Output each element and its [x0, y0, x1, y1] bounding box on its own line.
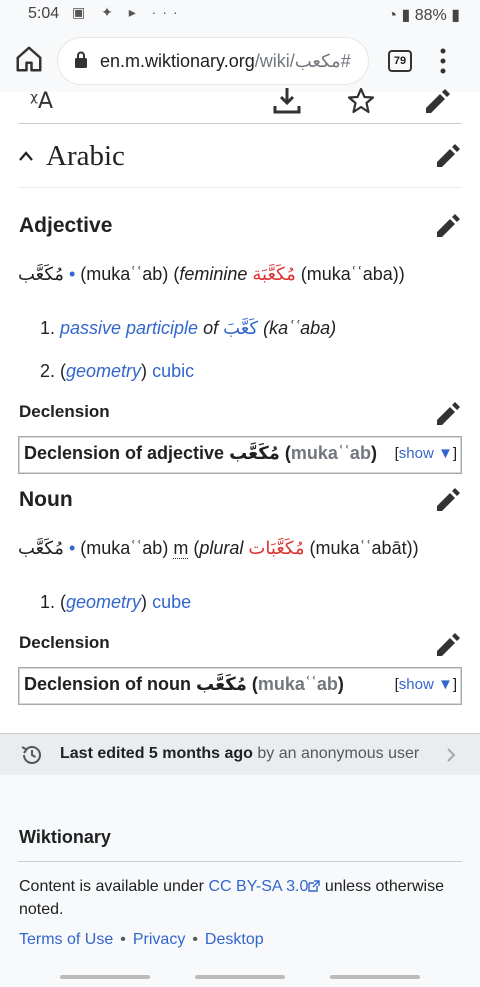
- license-text: Content is available under CC BY-SA 3.0 …: [19, 878, 444, 918]
- context-link[interactable]: geometry: [66, 361, 141, 381]
- privacy-link[interactable]: Privacy: [133, 931, 185, 948]
- noun-definitions: (geometry) cube: [60, 581, 462, 623]
- tab-switcher-button[interactable]: 79: [388, 50, 412, 72]
- adjective-headword-line: مُكَعَّب • (mukaʿʿab) (feminine مُكَعَّب…: [18, 260, 462, 289]
- gloss-link[interactable]: cubic: [152, 361, 194, 381]
- expand-triangle-icon[interactable]: ▼: [438, 676, 453, 693]
- status-time: 5:04: [28, 5, 60, 22]
- root-verb-link[interactable]: كَعَّبَ: [223, 318, 258, 339]
- adjective-declension-table[interactable]: Declension of adjective مُكَعَّب (mukaʿʿ…: [18, 436, 462, 474]
- edit-declension-icon[interactable]: [434, 400, 462, 428]
- edit-adjective-icon[interactable]: [434, 212, 462, 240]
- nav-gesture-left[interactable]: [60, 975, 150, 979]
- feminine-form-link[interactable]: مُكَعَّبَة: [252, 264, 295, 285]
- page-actions-bar: ᵡA: [18, 87, 462, 124]
- feminine-label: feminine: [179, 264, 248, 284]
- headword-bullet: •: [68, 264, 76, 284]
- notification-icons: ▣ ✦ ▸ ···: [72, 4, 184, 20]
- adjective-heading-label: Adjective: [19, 214, 113, 237]
- last-edited-text: Last edited 5 months ago by an anonymous…: [60, 745, 420, 762]
- terms-link[interactable]: Terms of Use: [19, 931, 113, 948]
- declension-table-title: Declension of adjective مُكَعَّب (mukaʿʿ…: [24, 443, 377, 464]
- history-icon: [21, 746, 41, 764]
- page-content: ᵡA Arabic Adjective مُكَعَّب • (mukaʿʿab…: [0, 87, 480, 705]
- edit-page-icon[interactable]: [422, 86, 452, 116]
- gender-abbr: m: [173, 538, 189, 559]
- chevron-right-icon: [447, 748, 456, 762]
- definition-item: passive participle of كَعَّبَ (kaʿʿaba): [60, 307, 462, 350]
- noun-headword: مُكَعَّب: [18, 538, 64, 559]
- signal-icon: ▮: [401, 7, 411, 24]
- footer-brand: Wiktionary: [19, 827, 111, 847]
- language-icon[interactable]: ᵡA: [28, 86, 60, 118]
- definition-item: (geometry) cube: [60, 581, 462, 623]
- battery-level: 88%: [414, 7, 447, 24]
- watch-star-icon[interactable]: [346, 86, 376, 116]
- plural-form-link[interactable]: مُكَعَّبَات: [248, 538, 304, 559]
- battery-icon: ▮: [451, 7, 460, 24]
- svg-text:ᵡA: ᵡA: [30, 89, 53, 114]
- footer-divider: [18, 861, 462, 862]
- context-link[interactable]: geometry: [66, 592, 141, 612]
- edit-noun-icon[interactable]: [434, 486, 462, 514]
- edit-section-icon[interactable]: [434, 142, 462, 170]
- browser-toolbar: en.m.wiktionary.org/wiki/مكعب# 79: [0, 30, 480, 92]
- gloss-link[interactable]: cube: [152, 592, 191, 612]
- noun-declension-table[interactable]: Declension of noun مُكَعَّب (mukaʿʿab) […: [18, 667, 462, 705]
- status-bar: 5:04 ▣ ✦ ▸ ··· ◔ ▮ 88% ▮: [0, 0, 480, 30]
- edit-declension-icon[interactable]: [434, 631, 462, 659]
- desktop-link[interactable]: Desktop: [205, 931, 264, 948]
- definition-link[interactable]: passive participle: [60, 318, 198, 338]
- wifi-icon: ◔: [387, 7, 397, 24]
- chevron-up-icon[interactable]: [18, 150, 34, 162]
- status-right: ◔ ▮ 88% ▮: [387, 5, 460, 25]
- section-title: Arabic: [46, 140, 125, 172]
- expand-triangle-icon[interactable]: ▼: [438, 445, 453, 462]
- address-bar[interactable]: en.m.wiktionary.org/wiki/مكعب#: [58, 38, 368, 84]
- url-text: en.m.wiktionary.org/wiki/مكعب#: [100, 51, 351, 72]
- adjective-definitions: passive participle of كَعَّبَ (kaʿʿaba) …: [60, 307, 462, 392]
- footer: Wiktionary Content is available under CC…: [0, 775, 480, 987]
- lock-icon: [75, 51, 87, 68]
- feminine-translit: (mukaʿʿaba)): [300, 264, 405, 284]
- download-icon[interactable]: [272, 86, 302, 116]
- noun-heading: Noun: [18, 484, 462, 516]
- declension-table-title: Declension of noun مُكَعَّب (mukaʿʿab): [24, 674, 344, 695]
- last-edited-bar[interactable]: Last edited 5 months ago by an anonymous…: [0, 733, 480, 775]
- section-header-arabic[interactable]: Arabic: [18, 124, 462, 188]
- license-link[interactable]: CC BY-SA 3.0: [208, 878, 308, 895]
- url-host: en.m.wiktionary.org: [100, 51, 255, 71]
- nav-gesture-right[interactable]: [330, 975, 420, 979]
- show-toggle[interactable]: [show ▼]: [395, 445, 457, 462]
- adjective-translit: (mukaʿʿab): [80, 264, 169, 284]
- url-path: /wiki/مكعب#: [254, 51, 351, 71]
- show-toggle[interactable]: [show ▼]: [395, 676, 457, 693]
- adjective-heading: Adjective: [18, 210, 462, 242]
- noun-declension-heading: Declension: [18, 629, 462, 657]
- home-icon[interactable]: [14, 44, 44, 74]
- adjective-headword: مُكَعَّب: [18, 264, 64, 285]
- external-link-icon: [308, 880, 321, 892]
- definition-item: (geometry) cubic: [60, 350, 462, 392]
- adjective-declension-heading: Declension: [18, 398, 462, 426]
- footer-links: Terms of Use • Privacy • Desktop: [19, 931, 264, 948]
- nav-gesture-home[interactable]: [195, 975, 285, 979]
- more-menu-icon[interactable]: [440, 48, 446, 74]
- noun-headword-line: مُكَعَّب • (mukaʿʿab) m (plural مُكَعَّب…: [18, 538, 419, 559]
